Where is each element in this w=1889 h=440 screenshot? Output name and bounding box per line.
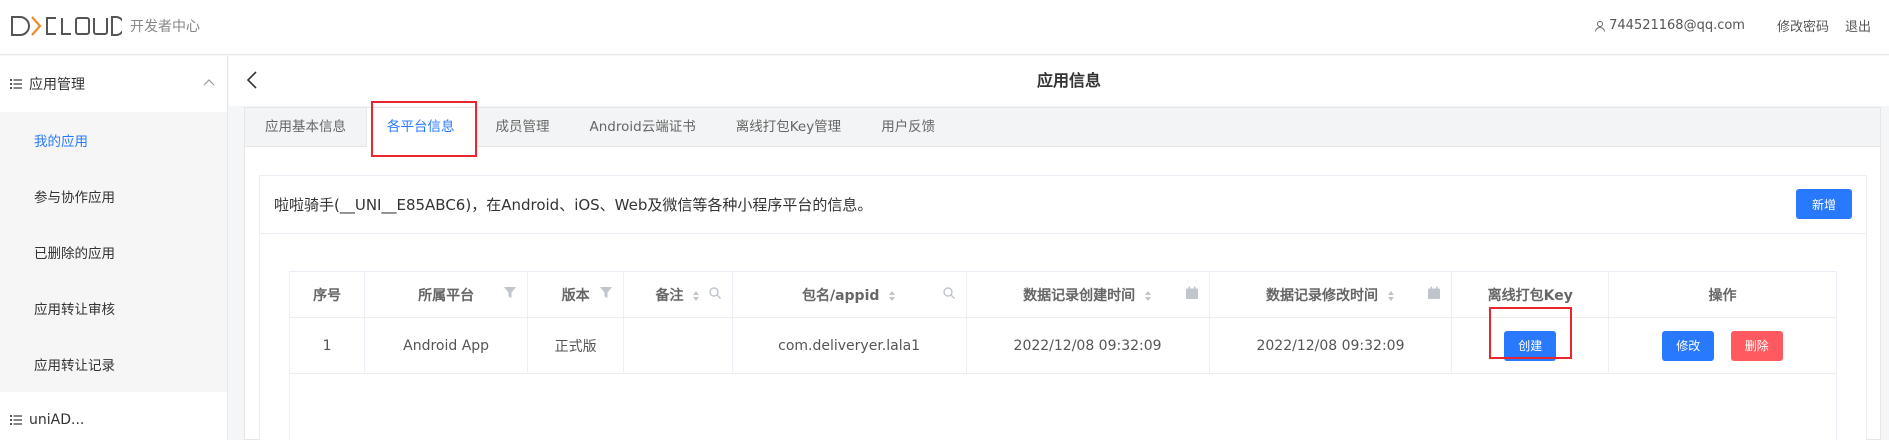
col-actions: 操作 (1608, 271, 1837, 318)
table-header-row: 序号 所属平台 版本 备注 包名/appid 数据记录创建时间 数据记录修改时间… (288, 271, 1837, 318)
tab-bar: 应用基本信息 各平台信息 成员管理 Android云端证书 离线打包Key管理 … (244, 107, 1881, 147)
tab-content: 啦啦骑手(__UNI__E85ABC6)，在Android、iOS、Web及微信… (244, 147, 1881, 440)
delete-button[interactable]: 删除 (1730, 330, 1783, 361)
sidebar-group-label: uniAD... (29, 412, 85, 428)
user-email: 744521168@qq.com (1609, 18, 1745, 33)
table-row: 1 Android App 正式版 com.deliveryer.lala1 2… (288, 317, 1837, 374)
search-icon[interactable] (708, 286, 722, 300)
cell-actions: 修改 删除 (1608, 317, 1837, 374)
create-key-button[interactable]: 创建 (1504, 330, 1557, 361)
card-header: 啦啦骑手(__UNI__E85ABC6)，在Android、iOS、Web及微信… (260, 176, 1866, 234)
sidebar-item-my-apps[interactable]: 我的应用 (0, 112, 227, 168)
cell-offline-key: 创建 (1451, 317, 1610, 374)
user-icon (1595, 20, 1606, 32)
sidebar-item-transfer-review[interactable]: 应用转让审核 (0, 280, 227, 336)
tab-offline-key[interactable]: 离线打包Key管理 (716, 108, 861, 146)
calendar-icon[interactable] (1185, 286, 1199, 300)
cell-platform: Android App (364, 317, 528, 374)
edit-button[interactable]: 修改 (1662, 330, 1715, 361)
change-password-link[interactable]: 修改密码 (1777, 16, 1829, 35)
sidebar-group-uniad[interactable]: uniAD... (0, 392, 227, 440)
cell-created: 2022/12/08 09:32:09 (965, 317, 1210, 374)
top-header: 开发者中心 744521168@qq.com 修改密码 退出 (0, 0, 1889, 55)
sidebar-group-app-management[interactable]: 应用管理 (0, 56, 227, 112)
sort-icon[interactable] (1144, 290, 1152, 302)
sidebar: 应用管理 我的应用 参与协作应用 已删除的应用 应用转让审核 应用转让记录 un… (0, 56, 228, 440)
col-version[interactable]: 版本 (526, 271, 625, 318)
cell-index: 1 (288, 317, 366, 374)
cell-package: com.deliveryer.lala1 (731, 317, 967, 374)
card-title: 啦啦骑手(__UNI__E85ABC6)，在Android、iOS、Web及微信… (274, 196, 873, 214)
table-empty-space (289, 373, 1837, 440)
page-title: 应用信息 (1036, 71, 1101, 90)
platform-table: 序号 所属平台 版本 备注 包名/appid 数据记录创建时间 数据记录修改时间… (288, 271, 1837, 440)
calendar-icon[interactable] (1427, 286, 1441, 300)
sort-icon[interactable] (1387, 290, 1395, 302)
dcloud-logo[interactable]: 开发者中心 (10, 14, 200, 38)
main-area: 应用信息 应用基本信息 各平台信息 成员管理 Android云端证书 离线打包K… (229, 56, 1889, 440)
cell-modified: 2022/12/08 09:32:09 (1208, 317, 1453, 374)
col-modified[interactable]: 数据记录修改时间 (1208, 271, 1453, 318)
dcloud-logo-mark (11, 16, 122, 36)
col-created[interactable]: 数据记录创建时间 (965, 271, 1210, 318)
col-note[interactable]: 备注 (623, 271, 733, 318)
sort-icon[interactable] (888, 290, 896, 302)
tab-android-cert[interactable]: Android云端证书 (570, 108, 716, 146)
tab-members[interactable]: 成员管理 (476, 108, 570, 146)
logout-link[interactable]: 退出 (1845, 16, 1871, 35)
filter-icon[interactable] (503, 286, 517, 300)
list-icon (10, 79, 22, 89)
sort-icon[interactable] (692, 290, 700, 302)
col-platform[interactable]: 所属平台 (364, 271, 528, 318)
sidebar-item-collab-apps[interactable]: 参与协作应用 (0, 168, 227, 224)
logo-subtitle: 开发者中心 (130, 19, 200, 35)
sidebar-submenu: 我的应用 参与协作应用 已删除的应用 应用转让审核 应用转让记录 (0, 112, 227, 392)
tab-platform-info[interactable]: 各平台信息 (366, 108, 476, 147)
sidebar-group-label: 应用管理 (29, 77, 85, 93)
cell-note (623, 317, 733, 374)
add-button[interactable]: 新增 (1796, 189, 1852, 219)
table-filler (289, 373, 1837, 440)
tab-feedback[interactable]: 用户反馈 (861, 108, 955, 146)
chevron-up-icon[interactable] (203, 78, 215, 86)
tab-basic-info[interactable]: 应用基本信息 (245, 108, 366, 146)
col-package[interactable]: 包名/appid (731, 271, 967, 318)
search-icon[interactable] (942, 286, 956, 300)
list-icon (10, 415, 22, 425)
filter-icon[interactable] (599, 286, 613, 300)
sidebar-item-deleted-apps[interactable]: 已删除的应用 (0, 224, 227, 280)
col-index: 序号 (288, 271, 366, 318)
user-account[interactable]: 744521168@qq.com (1594, 18, 1745, 33)
sidebar-item-transfer-records[interactable]: 应用转让记录 (0, 336, 227, 392)
cell-version: 正式版 (526, 317, 625, 374)
col-offline-key: 离线打包Key (1451, 271, 1610, 318)
